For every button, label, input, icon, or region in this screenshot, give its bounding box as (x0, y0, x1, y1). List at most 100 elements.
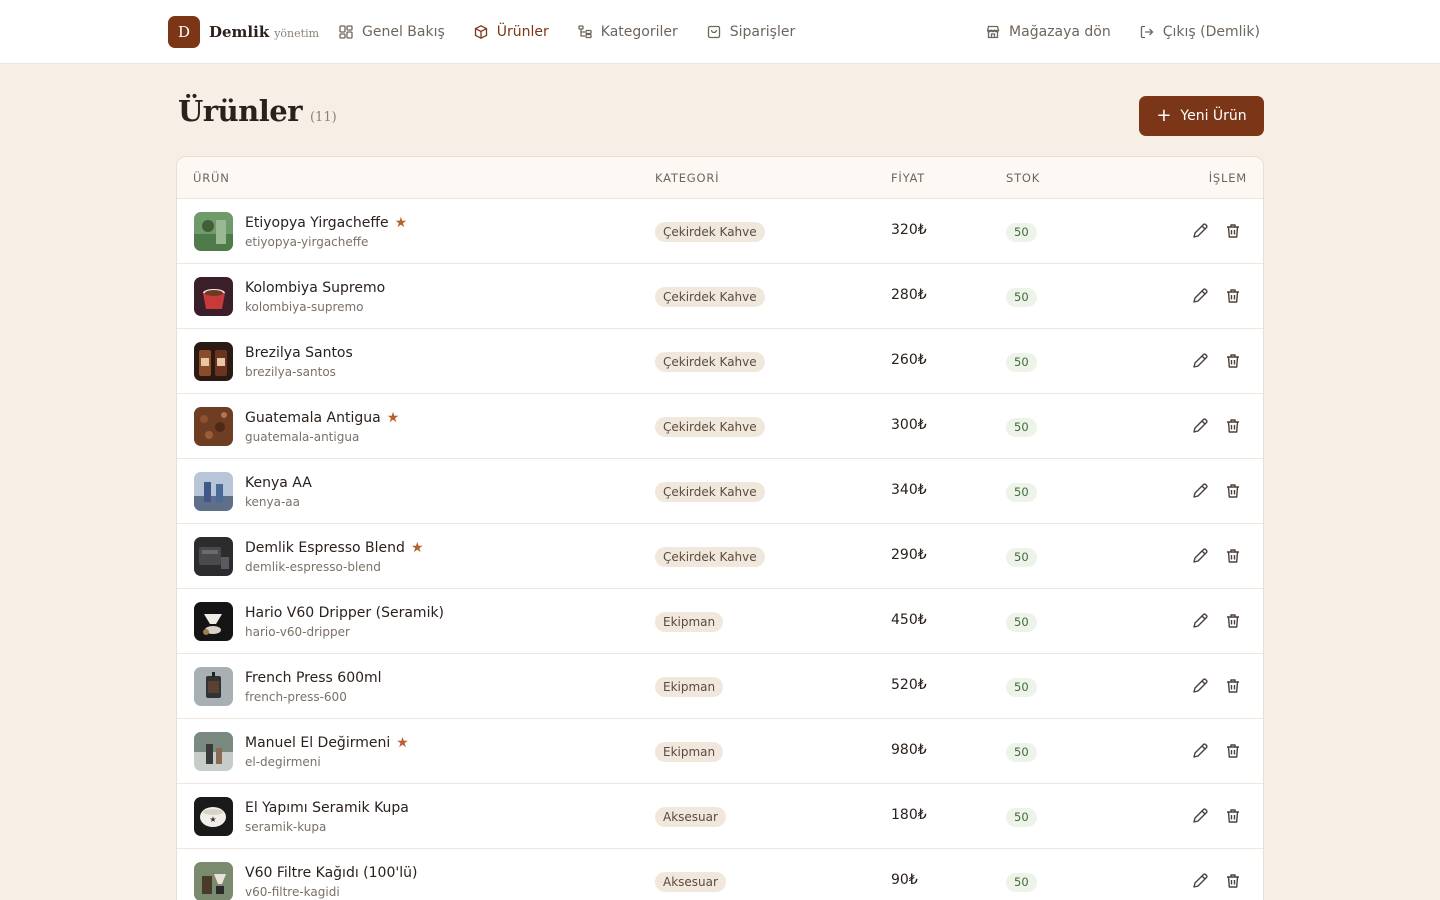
product-thumbnail (194, 472, 233, 511)
product-name: Manuel El Değirmeni (245, 735, 391, 751)
table-row: Brezilya Santos brezilya-santos Çekirdek… (177, 329, 1263, 394)
dashboard-icon (339, 25, 353, 39)
nav-products-label: Ürünler (496, 24, 549, 40)
edit-button[interactable] (1191, 872, 1209, 890)
category-badge: Aksesuar (655, 872, 726, 892)
delete-button[interactable] (1224, 872, 1242, 890)
logout-link[interactable]: Çıkış (Demlik) (1139, 24, 1260, 40)
product-name: Kenya AA (245, 475, 312, 491)
stock-badge: 50 (1006, 353, 1037, 372)
edit-button[interactable] (1191, 482, 1209, 500)
pencil-icon (1193, 548, 1208, 563)
table-row: Hario V60 Dripper (Seramik) hario-v60-dr… (177, 589, 1263, 654)
logout-label: Çıkış (Demlik) (1162, 24, 1260, 40)
product-slug: kolombiya-supremo (245, 300, 364, 314)
edit-button[interactable] (1191, 612, 1209, 630)
product-thumbnail: ★ (194, 797, 233, 836)
product-name-cell: Hario V60 Dripper (Seramik) (245, 605, 444, 621)
product-count: (11) (309, 110, 337, 125)
pencil-icon (1193, 483, 1208, 498)
trash-icon (1227, 289, 1239, 303)
table-body: Etiyopya Yirgacheffe ★ etiyopya-yirgache… (177, 199, 1263, 900)
page-title: Ürünler (178, 94, 302, 128)
delete-button[interactable] (1224, 677, 1242, 695)
edit-button[interactable] (1191, 417, 1209, 435)
product-slug: el-degirmeni (245, 755, 321, 769)
product-name-cell: Demlik Espresso Blend ★ (245, 540, 424, 556)
brand[interactable]: D Demlik yönetim (168, 16, 319, 48)
trash-icon (1227, 224, 1239, 238)
product-price: 520₺ (891, 677, 927, 693)
product-name-cell: Manuel El Değirmeni ★ (245, 735, 409, 751)
product-slug: brezilya-santos (245, 365, 336, 379)
product-name-cell: El Yapımı Seramik Kupa (245, 800, 409, 816)
table-row: Manuel El Değirmeni ★ el-degirmeni Ekipm… (177, 719, 1263, 784)
edit-button[interactable] (1191, 352, 1209, 370)
edit-button[interactable] (1191, 287, 1209, 305)
trash-icon (1227, 484, 1239, 498)
stock-badge: 50 (1006, 613, 1037, 632)
table-row: Etiyopya Yirgacheffe ★ etiyopya-yirgache… (177, 199, 1263, 264)
stock-badge: 50 (1006, 483, 1037, 502)
delete-button[interactable] (1224, 742, 1242, 760)
product-name: French Press 600ml (245, 670, 382, 686)
product-thumbnail (194, 667, 233, 706)
delete-button[interactable] (1224, 482, 1242, 500)
category-badge: Çekirdek Kahve (655, 417, 765, 437)
pencil-icon (1193, 873, 1208, 888)
nav-categories[interactable]: Kategoriler (577, 24, 678, 40)
category-badge: Ekipman (655, 612, 724, 632)
delete-button[interactable] (1224, 612, 1242, 630)
delete-button[interactable] (1224, 222, 1242, 240)
nav-orders[interactable]: Siparişler (706, 24, 795, 40)
page-header: Ürünler (11) (178, 94, 337, 128)
brand-subtitle: yönetim (274, 26, 320, 40)
trash-icon (1227, 419, 1239, 433)
table-row: ★ El Yapımı Seramik Kupa seramik-kupa Ak… (177, 784, 1263, 849)
edit-button[interactable] (1191, 807, 1209, 825)
svg-text:★: ★ (209, 815, 216, 824)
delete-button[interactable] (1224, 547, 1242, 565)
category-badge: Çekirdek Kahve (655, 482, 765, 502)
stock-badge: 50 (1006, 223, 1037, 242)
nav-products[interactable]: Ürünler (473, 24, 549, 40)
products-table: ÜRÜN KATEGORİ FİYAT STOK İŞLEM Etiyopya … (176, 156, 1264, 900)
table-row: V60 Filtre Kağıdı (100'lü) v60-filtre-ka… (177, 849, 1263, 900)
product-thumbnail (194, 407, 233, 446)
star-icon: ★ (386, 410, 400, 426)
product-price: 320₺ (891, 222, 927, 238)
product-name-cell: Guatemala Antigua ★ (245, 410, 399, 426)
stock-badge: 50 (1006, 418, 1037, 437)
new-product-button[interactable]: + Yeni Ürün (1139, 96, 1264, 136)
brand-logo: D (168, 16, 200, 48)
delete-button[interactable] (1224, 807, 1242, 825)
edit-button[interactable] (1191, 547, 1209, 565)
stock-badge: 50 (1006, 873, 1037, 892)
table-row: Kolombiya Supremo kolombiya-supremo Çeki… (177, 264, 1263, 329)
table-row: Demlik Espresso Blend ★ demlik-espresso-… (177, 524, 1263, 589)
store-icon (986, 25, 1000, 39)
back-to-store-link[interactable]: Mağazaya dön (985, 24, 1111, 40)
product-name: Guatemala Antigua (245, 410, 381, 426)
product-slug: seramik-kupa (245, 820, 327, 834)
column-category: KATEGORİ (655, 171, 720, 185)
category-badge: Çekirdek Kahve (655, 352, 765, 372)
product-slug: kenya-aa (245, 495, 301, 509)
stock-badge: 50 (1006, 743, 1037, 762)
star-icon: ★ (410, 540, 424, 556)
product-slug: french-press-600 (245, 690, 347, 704)
nav-overview[interactable]: Genel Bakış (338, 24, 445, 40)
delete-button[interactable] (1224, 417, 1242, 435)
edit-button[interactable] (1191, 677, 1209, 695)
product-name-cell: Etiyopya Yirgacheffe ★ (245, 215, 407, 231)
edit-button[interactable] (1191, 222, 1209, 240)
edit-button[interactable] (1191, 742, 1209, 760)
product-slug: v60-filtre-kagidi (245, 885, 340, 899)
delete-button[interactable] (1224, 287, 1242, 305)
delete-button[interactable] (1224, 352, 1242, 370)
category-badge: Aksesuar (655, 807, 726, 827)
tree-icon (578, 25, 592, 39)
product-name-cell: Brezilya Santos (245, 345, 353, 361)
product-name: Etiyopya Yirgacheffe (245, 215, 389, 231)
pencil-icon (1193, 808, 1208, 823)
